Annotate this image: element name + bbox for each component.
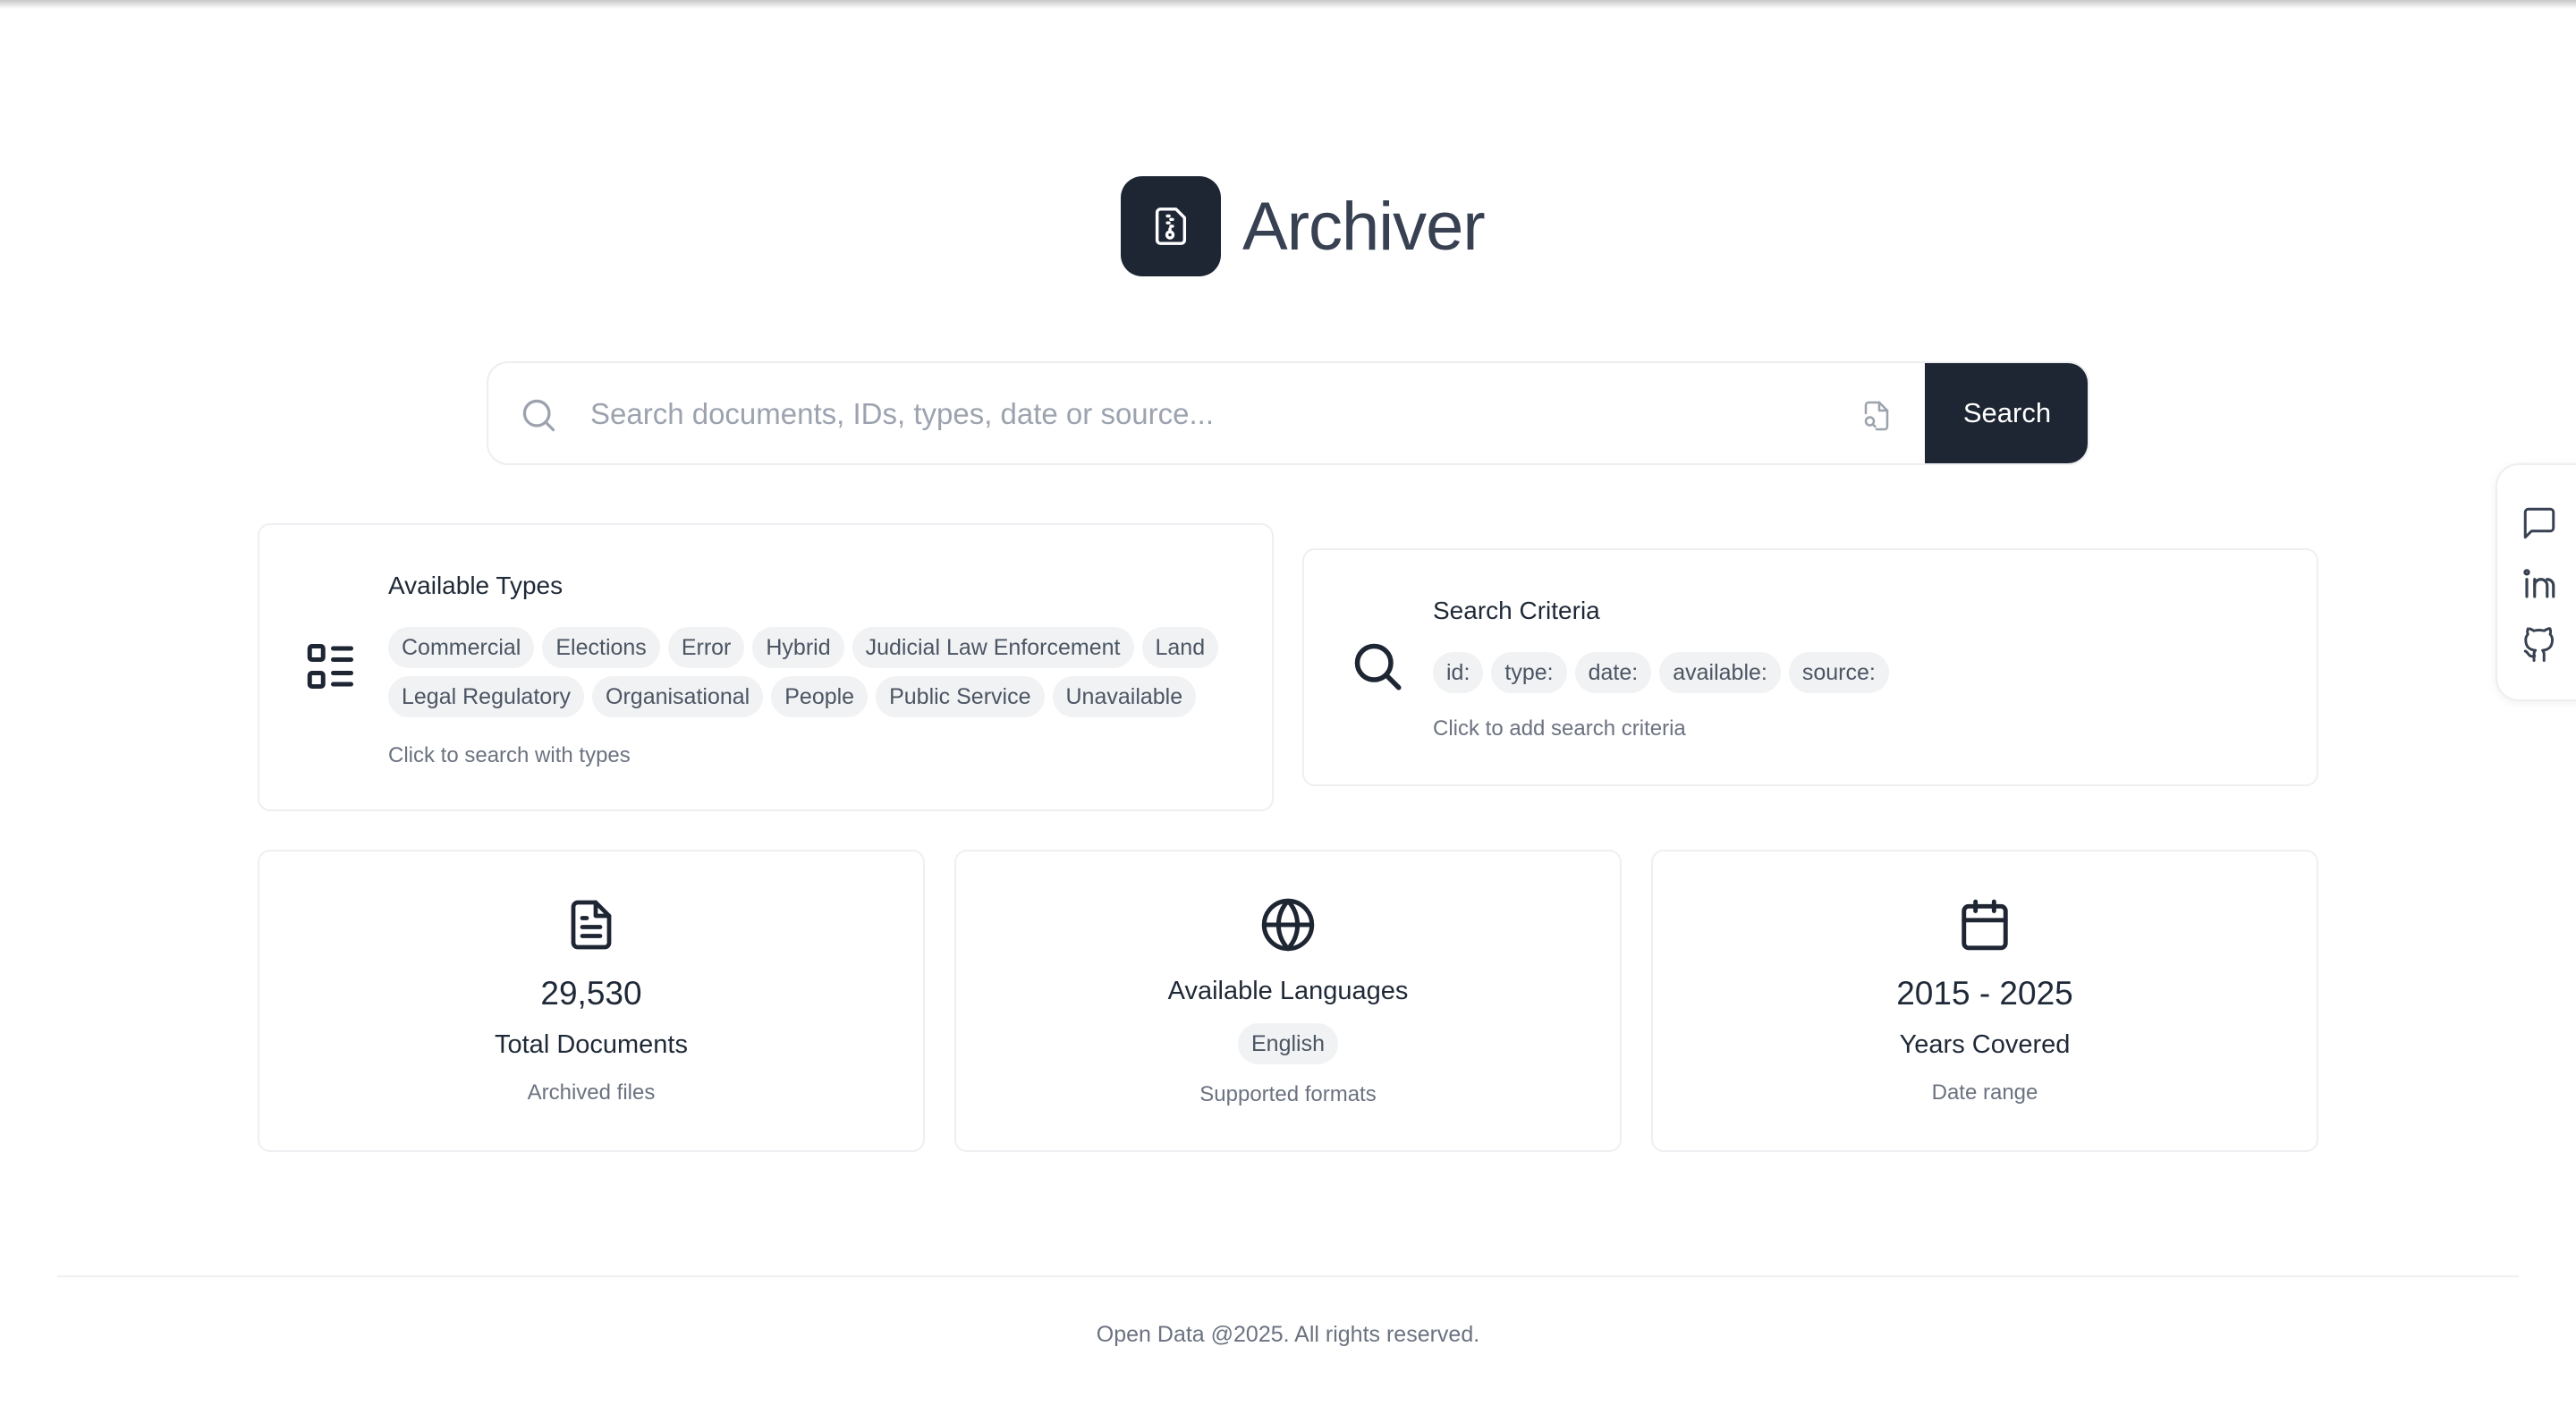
linkedin-icon[interactable] (2519, 563, 2560, 605)
calendar-icon (1957, 896, 2012, 958)
top-shadow (0, 0, 2576, 9)
file-search-icon[interactable] (1860, 399, 1893, 437)
total-documents-value: 29,530 (540, 975, 642, 1012)
years-covered-sub: Date range (1931, 1080, 2038, 1105)
criteria-card-title: Search Criteria (1433, 597, 1600, 624)
file-archive-icon (1121, 176, 1221, 276)
search-button[interactable]: Search (1925, 363, 2088, 463)
type-chip[interactable]: Error (667, 627, 745, 668)
available-types-card: Available Types Commercial Elections Error… (258, 523, 1274, 811)
document-icon (564, 896, 618, 958)
github-icon[interactable] (2519, 624, 2560, 665)
chat-icon[interactable] (2519, 503, 2560, 544)
years-covered-card: 2015 - 2025 Years Covered Date range (1651, 850, 2318, 1152)
list-icon (304, 639, 358, 698)
total-documents-card: 29,530 Total Documents Archived files (258, 850, 925, 1152)
available-languages-card: Available Languages English Supported fo… (954, 850, 1622, 1152)
app-title: Archiver (1242, 188, 1486, 265)
type-chip[interactable]: Public Service (876, 676, 1045, 717)
footer-divider (57, 1275, 2519, 1277)
languages-label: Available Languages (1167, 977, 1409, 1005)
criteria-chip[interactable]: date: (1574, 652, 1652, 693)
search-icon (1351, 639, 1404, 698)
type-chip[interactable]: Commercial (388, 627, 535, 668)
years-covered-value: 2015 - 2025 (1896, 975, 2073, 1012)
type-chip[interactable]: Land (1141, 627, 1219, 668)
criteria-card-hint: Click to add search criteria (1433, 716, 1686, 741)
app-logo[interactable]: Archiver (1121, 176, 1486, 276)
type-chip[interactable]: Hybrid (752, 627, 844, 668)
type-chip[interactable]: Unavailable (1052, 676, 1197, 717)
type-chip[interactable]: Elections (542, 627, 660, 668)
side-panel (2496, 463, 2576, 701)
type-chip[interactable]: Legal Regulatory (388, 676, 585, 717)
criteria-chip[interactable]: type: (1491, 652, 1567, 693)
globe-icon (1259, 896, 1317, 958)
type-chip[interactable]: Judicial Law Enforcement (852, 627, 1134, 668)
types-chip-list: Commercial Elections Error Hybrid Judicial L… (388, 627, 1247, 717)
languages-sub: Supported formats (1199, 1082, 1377, 1106)
total-documents-sub: Archived files (527, 1080, 656, 1105)
footer-copyright: Open Data @2025. All rights reserved. (1096, 1322, 1480, 1347)
total-documents-label: Total Documents (495, 1030, 688, 1059)
types-card-hint: Click to search with types (388, 743, 631, 767)
type-chip[interactable]: People (771, 676, 869, 717)
criteria-chip[interactable]: source: (1788, 652, 1889, 693)
criteria-chip-list: id: type: date: available: source: (1433, 652, 2292, 693)
search-bar: Search (487, 361, 2089, 465)
search-criteria-card: Search Criteria id: type: date: available: s… (1302, 548, 2318, 786)
criteria-chip[interactable]: id: (1433, 652, 1484, 693)
language-chip: English (1238, 1023, 1338, 1064)
type-chip[interactable]: Organisational (592, 676, 764, 717)
language-chip-list: English (956, 1023, 1620, 1064)
types-card-title: Available Types (388, 572, 564, 599)
years-covered-label: Years Covered (1899, 1030, 2071, 1059)
search-input[interactable] (589, 386, 1433, 442)
criteria-chip[interactable]: available: (1659, 652, 1781, 693)
search-icon (519, 395, 558, 439)
